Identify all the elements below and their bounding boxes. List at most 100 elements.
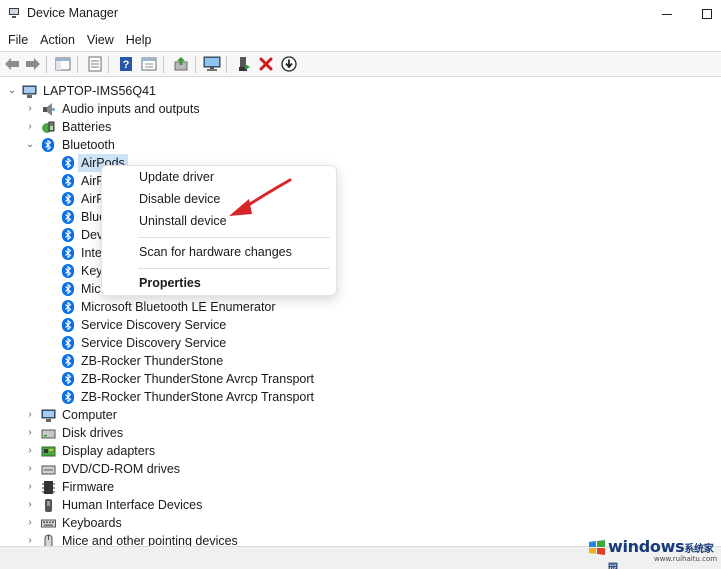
menu-item-uninstall-device[interactable]: Uninstall device: [139, 214, 227, 228]
tree-category-disk-drives[interactable]: › Disk drives: [0, 424, 300, 442]
menu-item-update-driver[interactable]: Update driver: [139, 170, 214, 184]
speaker-icon: [43, 103, 55, 116]
computer-icon: [22, 85, 37, 98]
expand-chevron-icon[interactable]: ›: [24, 118, 36, 136]
expand-chevron-icon[interactable]: ›: [24, 496, 36, 514]
tree-device-label: ZB-Rocker ThunderStone: [81, 354, 224, 368]
menu-view[interactable]: View: [81, 29, 120, 51]
tree-root-label: LAPTOP-IMS56Q41: [43, 84, 157, 98]
maximize-icon: [702, 9, 712, 19]
tree-category-dvd-drives[interactable]: › DVD/CD-ROM drives: [0, 460, 300, 478]
device-tree: ⌄ LAPTOP-IMS56Q41 › Audio inputs and out…: [0, 80, 721, 546]
toolbar: ?: [0, 51, 721, 77]
menu-separator: [138, 268, 330, 269]
computer-icon: [41, 409, 56, 422]
minimize-button[interactable]: [653, 0, 681, 28]
svg-text:?: ?: [123, 59, 130, 71]
expand-chevron-icon[interactable]: ›: [24, 424, 36, 442]
tree-category-label: Keyboards: [62, 516, 122, 530]
tree-category-bluetooth[interactable]: ⌄ Bluetooth: [0, 136, 300, 154]
bluetooth-icon: [62, 210, 74, 224]
menu-item-disable-device[interactable]: Disable device: [139, 192, 220, 206]
expand-chevron-icon[interactable]: ›: [24, 478, 36, 496]
context-menu: Update driver Disable device Uninstall d…: [101, 165, 337, 296]
scan-hardware-button[interactable]: [203, 55, 221, 73]
bluetooth-icon: [62, 228, 74, 242]
uninstall-device-button[interactable]: [257, 55, 275, 73]
tree-category-mice[interactable]: › Mice and other pointing devices: [0, 532, 300, 546]
bluetooth-icon: [62, 372, 74, 386]
tree-device-label: Mic: [81, 282, 101, 296]
menu-help[interactable]: Help: [120, 29, 158, 51]
tree-device-bluetooth[interactable]: ZB-Rocker ThunderStone Avrcp Transport: [0, 388, 340, 406]
expand-chevron-icon[interactable]: ›: [24, 514, 36, 532]
bluetooth-icon: [62, 336, 74, 350]
tree-category-computer[interactable]: › Computer: [0, 406, 300, 424]
enable-device-button[interactable]: [235, 55, 253, 73]
toolbar-separator: [108, 56, 109, 73]
back-button[interactable]: [3, 55, 21, 73]
collapse-chevron-icon[interactable]: ⌄: [6, 82, 18, 100]
tree-device-bluetooth[interactable]: Microsoft Bluetooth LE Enumerator: [0, 298, 320, 316]
toolbar-separator: [46, 56, 47, 73]
dvd-drive-icon: [41, 465, 56, 475]
tree-device-bluetooth[interactable]: ZB-Rocker ThunderStone: [0, 352, 320, 370]
menu-file[interactable]: File: [2, 29, 34, 51]
tree-category-label: Firmware: [62, 480, 115, 494]
expand-chevron-icon[interactable]: ›: [24, 532, 36, 546]
scan-hardware-icon: [203, 56, 221, 71]
download-icon: [281, 56, 297, 72]
update-driver-icon: [174, 57, 188, 71]
menu-item-properties[interactable]: Properties: [139, 276, 201, 290]
tree-device-label: Service Discovery Service: [81, 336, 227, 350]
bluetooth-icon: [62, 390, 74, 404]
bluetooth-icon: [62, 192, 74, 206]
tree-category-display-adapters[interactable]: › Display adapters: [0, 442, 300, 460]
view-button[interactable]: [140, 55, 158, 73]
menu-item-scan-hardware[interactable]: Scan for hardware changes: [139, 245, 292, 259]
collapse-chevron-icon[interactable]: ⌄: [24, 136, 36, 154]
expand-chevron-icon[interactable]: ›: [24, 100, 36, 118]
maximize-button[interactable]: [693, 0, 721, 28]
tree-category-batteries[interactable]: › Batteries: [0, 118, 300, 136]
properties-button[interactable]: [86, 55, 104, 73]
tree-category-hid[interactable]: › Human Interface Devices: [0, 496, 300, 514]
help-button[interactable]: ?: [117, 55, 135, 73]
watermark-url: www.ruihaitu.com: [654, 555, 718, 563]
disk-drive-icon: [41, 429, 56, 439]
update-driver-button[interactable]: [172, 55, 190, 73]
enable-device-icon: [239, 57, 250, 71]
tree-device-bluetooth[interactable]: Service Discovery Service: [0, 334, 320, 352]
tree-device-label: Inte: [81, 246, 102, 260]
console-tree-button[interactable]: [54, 55, 72, 73]
tree-root[interactable]: ⌄ LAPTOP-IMS56Q41: [0, 82, 300, 100]
watermark-logo: windows系统家园 www.ruihaitu.com: [588, 535, 718, 569]
tree-category-keyboards[interactable]: › Keyboards: [0, 514, 300, 532]
tree-category-audio[interactable]: › Audio inputs and outputs: [0, 100, 300, 118]
tree-device-bluetooth[interactable]: Service Discovery Service: [0, 316, 320, 334]
window-title: Device Manager: [27, 6, 119, 20]
bluetooth-icon: [62, 264, 74, 278]
tree-category-firmware[interactable]: › Firmware: [0, 478, 300, 496]
expand-chevron-icon[interactable]: ›: [24, 460, 36, 478]
bluetooth-icon: [42, 138, 54, 152]
device-manager-icon: [9, 8, 19, 18]
firmware-icon: [42, 481, 55, 494]
keyboard-icon: [41, 519, 56, 528]
mouse-icon: [44, 534, 53, 546]
tree-device-label: ZB-Rocker ThunderStone Avrcp Transport: [81, 390, 314, 404]
tree-device-label: ZB-Rocker ThunderStone Avrcp Transport: [81, 372, 314, 386]
download-button[interactable]: [280, 55, 298, 73]
title-bar: Device Manager: [0, 0, 721, 28]
menu-action[interactable]: Action: [34, 29, 81, 51]
toolbar-separator: [195, 56, 196, 73]
tree-category-label: Disk drives: [62, 426, 124, 440]
expand-chevron-icon[interactable]: ›: [24, 442, 36, 460]
bluetooth-icon: [62, 282, 74, 296]
bluetooth-icon: [62, 156, 74, 170]
tree-device-bluetooth[interactable]: ZB-Rocker ThunderStone Avrcp Transport: [0, 370, 340, 388]
tree-device-label: Dev: [81, 228, 104, 242]
expand-chevron-icon[interactable]: ›: [24, 406, 36, 424]
forward-button[interactable]: [24, 55, 42, 73]
bluetooth-icon: [62, 300, 74, 314]
